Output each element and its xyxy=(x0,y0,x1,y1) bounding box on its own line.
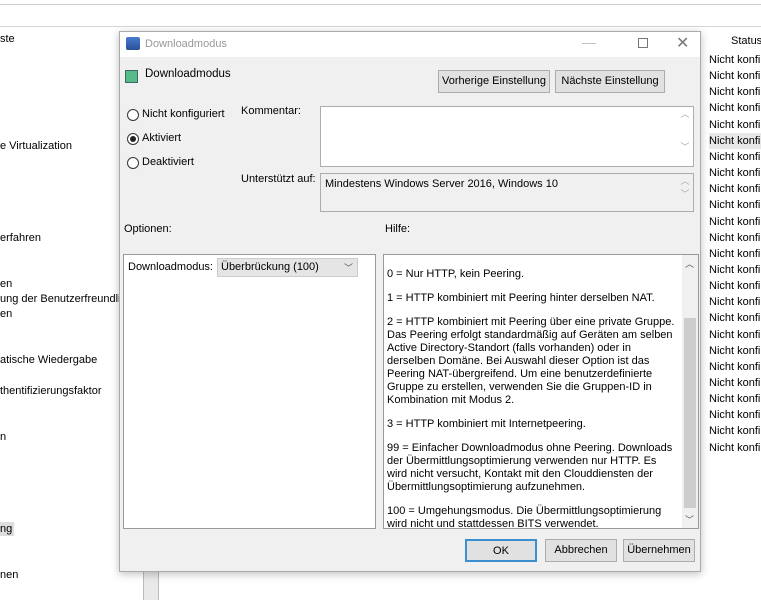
help-paragraph: 1 = HTTP kombiniert mit Peering hinter d… xyxy=(387,292,655,304)
next-setting-button[interactable]: Nächste Einstellung xyxy=(555,70,665,93)
tree-item[interactable]: en xyxy=(0,278,12,290)
title-bar[interactable]: Downloadmodus — ✕ xyxy=(120,32,700,57)
status-row[interactable]: Nicht konfi xyxy=(709,262,761,278)
supported-label: Unterstützt auf: xyxy=(241,173,316,185)
supported-value: Mindestens Windows Server 2016, Windows … xyxy=(325,178,558,190)
radio-disabled[interactable] xyxy=(127,157,139,169)
help-paragraph: 0 = Nur HTTP, kein Peering. xyxy=(387,268,525,280)
supported-scrollbar[interactable]: ︿ ﹀ xyxy=(677,174,693,211)
scroll-down-icon[interactable]: ﹀ xyxy=(685,513,694,526)
radio-label: Deaktiviert xyxy=(142,156,194,168)
radio-label: Aktiviert xyxy=(142,132,182,144)
status-row[interactable]: Nicht konfi xyxy=(709,132,761,149)
status-row[interactable]: Nicht konfi xyxy=(709,100,761,116)
policy-dialog: Downloadmodus — ✕ Downloadmodus Vorherig… xyxy=(119,31,701,572)
cancel-button[interactable]: Abbrechen xyxy=(545,539,617,562)
tree-item-selected[interactable]: ng xyxy=(0,522,15,536)
setting-title: Downloadmodus xyxy=(145,68,231,80)
background-toolbar xyxy=(0,4,761,27)
status-row[interactable]: Nicht konfi xyxy=(709,294,761,310)
comment-textarea[interactable]: ︿ ﹀ xyxy=(320,106,694,167)
help-paragraph: 99 = Einfacher Downloadmodus ohne Peerin… xyxy=(387,442,673,493)
status-row[interactable]: Nicht konfi xyxy=(709,230,761,246)
window-title: Downloadmodus xyxy=(145,38,227,50)
status-row[interactable]: Nicht konfi xyxy=(709,310,761,326)
help-panel: 0 = Nur HTTP, kein Peering. 1 = HTTP kom… xyxy=(383,254,699,529)
status-row[interactable]: Nicht konfi xyxy=(709,165,761,181)
status-row[interactable]: Nicht konfi xyxy=(709,149,761,165)
status-row[interactable]: Nicht konfi xyxy=(709,84,761,100)
tree-item[interactable]: ung der Benutzerfreundlich xyxy=(0,293,132,305)
tree-item[interactable]: atische Wiedergabe xyxy=(0,354,97,366)
tree-item[interactable]: ste xyxy=(0,33,15,45)
status-row[interactable]: Nicht konfi xyxy=(709,359,761,375)
minimize-icon[interactable]: — xyxy=(582,34,596,50)
help-paragraph: 100 = Umgehungsmodus. Die Übermittlungso… xyxy=(387,505,662,529)
status-row[interactable]: Nicht konfi xyxy=(709,423,761,439)
status-row[interactable]: Nicht konfi xyxy=(709,117,761,133)
status-row[interactable]: Nicht konfi xyxy=(709,246,761,262)
supported-on-field: Mindestens Windows Server 2016, Windows … xyxy=(320,173,694,212)
app-icon xyxy=(126,37,140,50)
apply-button[interactable]: Übernehmen xyxy=(623,539,695,562)
help-paragraph: 2 = HTTP kombiniert mit Peering über ein… xyxy=(387,316,675,406)
options-label: Optionen: xyxy=(124,223,172,235)
tree-item[interactable]: e Virtualization xyxy=(0,140,72,152)
tree-item[interactable]: n xyxy=(0,431,6,443)
download-mode-value: Überbrückung (100) xyxy=(221,261,319,273)
download-mode-label: Downloadmodus: xyxy=(128,261,213,273)
previous-setting-button[interactable]: Vorherige Einstellung xyxy=(438,70,550,93)
tree-item[interactable]: en xyxy=(0,308,12,320)
help-label: Hilfe: xyxy=(385,223,411,235)
status-row[interactable]: Nicht konfi xyxy=(709,343,761,359)
status-row[interactable]: Nicht konfi xyxy=(709,68,761,84)
status-column-header[interactable]: Status xyxy=(731,35,761,47)
help-text: 0 = Nur HTTP, kein Peering. 1 = HTTP kom… xyxy=(387,268,677,529)
status-row[interactable]: Nicht konfi xyxy=(709,214,761,230)
help-scrollbar[interactable]: ︿ ﹀ xyxy=(682,255,698,528)
options-panel: Downloadmodus: Überbrückung (100) ﹀ xyxy=(123,254,376,529)
radio-not-configured[interactable] xyxy=(127,109,139,121)
comment-label: Kommentar: xyxy=(241,105,301,117)
status-row[interactable]: Nicht konfi xyxy=(709,391,761,407)
radio-label: Nicht konfiguriert xyxy=(142,108,225,120)
background-scrollbar[interactable] xyxy=(143,572,159,600)
ok-button[interactable]: OK xyxy=(465,539,537,562)
tree-item[interactable]: nen xyxy=(0,569,18,581)
status-row[interactable]: Nicht konfi xyxy=(709,278,761,294)
setting-icon xyxy=(125,70,138,83)
scroll-up-icon[interactable]: ︿ xyxy=(685,257,694,270)
maximize-icon[interactable] xyxy=(638,38,648,48)
status-row[interactable]: Nicht konfi xyxy=(709,52,761,68)
status-row[interactable]: Nicht konfi xyxy=(709,327,761,343)
download-mode-select[interactable]: Überbrückung (100) ﹀ xyxy=(217,258,358,277)
close-icon[interactable]: ✕ xyxy=(676,33,689,53)
status-row[interactable]: Nicht konfi xyxy=(709,181,761,197)
chevron-down-icon: ﹀ xyxy=(343,263,353,273)
help-paragraph: 3 = HTTP kombiniert mit Internetpeering. xyxy=(387,418,586,430)
status-row[interactable]: Nicht konfi xyxy=(709,407,761,423)
status-row[interactable]: Nicht konfi xyxy=(709,440,761,456)
scroll-thumb[interactable] xyxy=(684,318,696,508)
comment-scrollbar[interactable]: ︿ ﹀ xyxy=(677,107,693,166)
tree-item[interactable]: erfahren xyxy=(0,232,41,244)
status-row[interactable]: Nicht konfi xyxy=(709,197,761,213)
tree-item[interactable]: thentifizierungsfaktor xyxy=(0,385,102,397)
status-row[interactable]: Nicht konfi xyxy=(709,375,761,391)
radio-enabled[interactable] xyxy=(127,133,139,145)
